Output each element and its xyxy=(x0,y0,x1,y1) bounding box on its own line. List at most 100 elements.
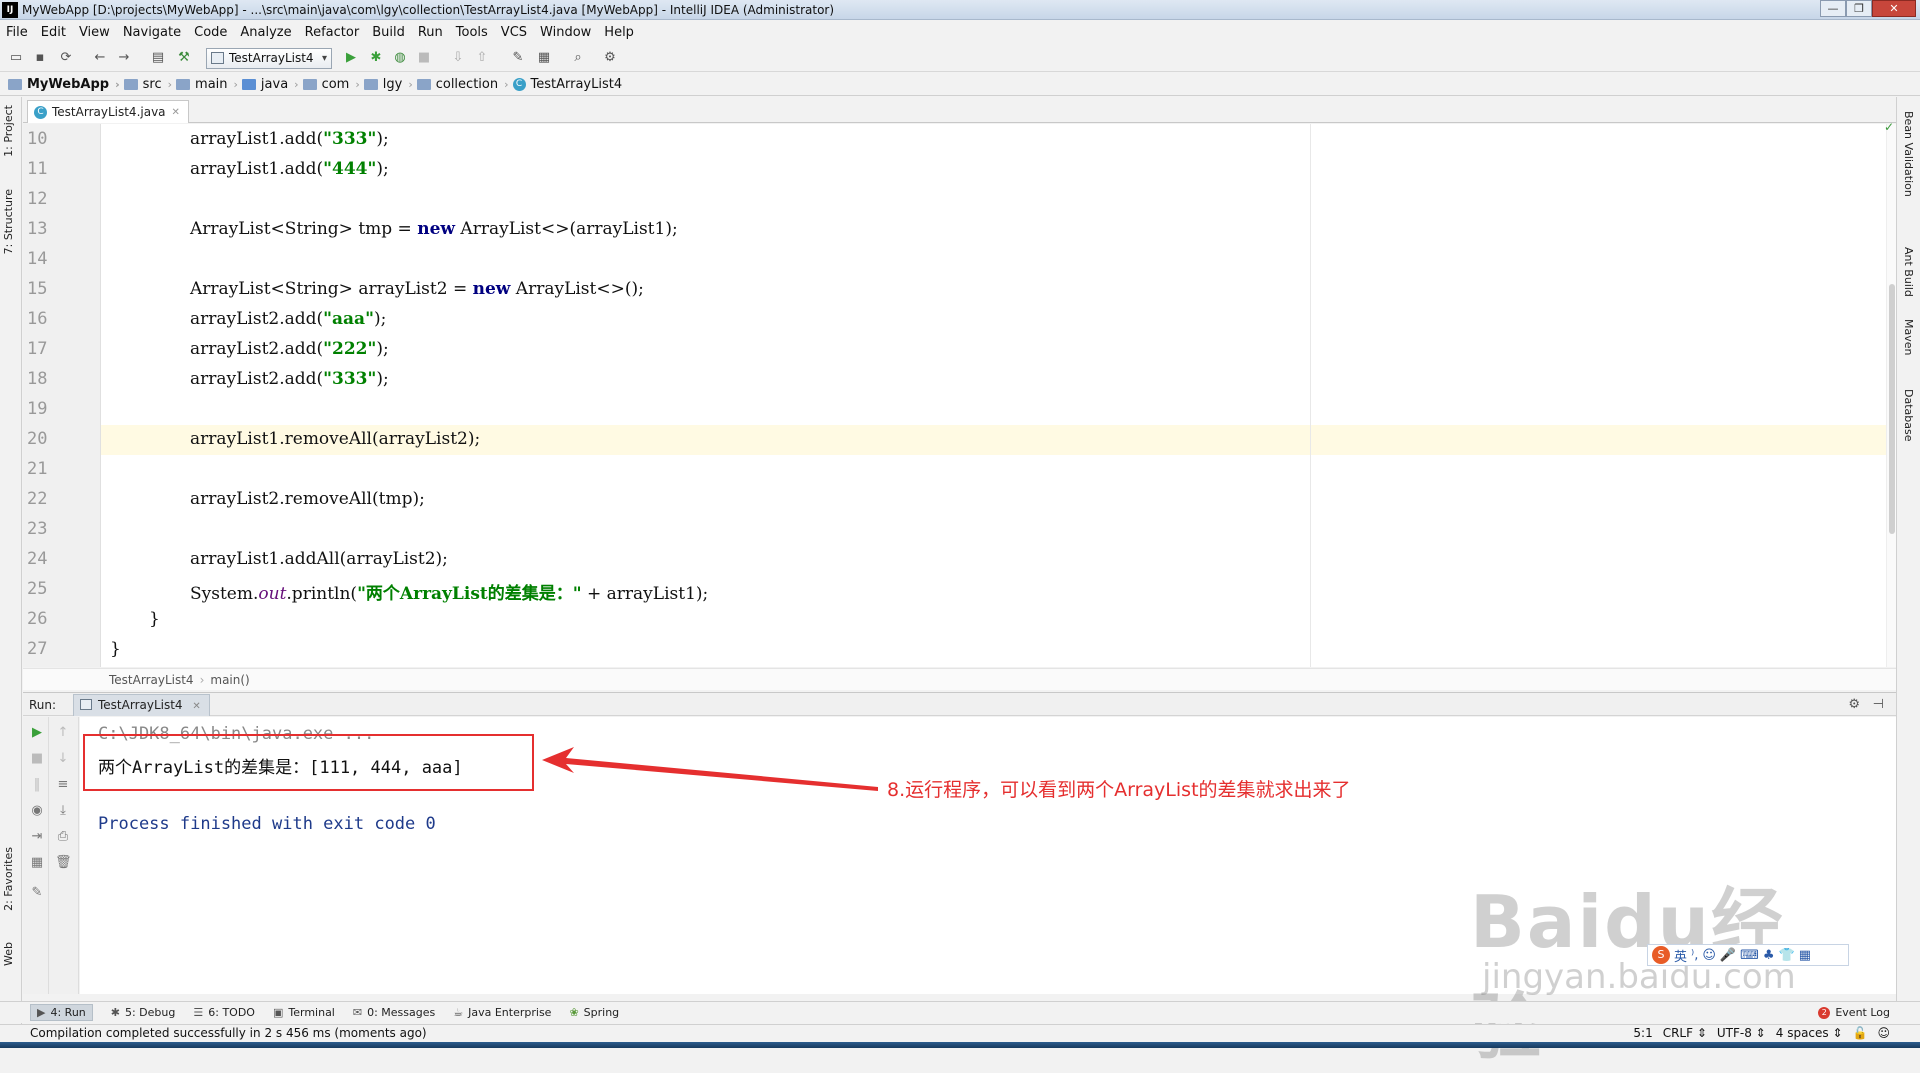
exit-icon[interactable]: ⇥ xyxy=(29,829,45,845)
caret-position[interactable]: 5:1 xyxy=(1633,1025,1652,1042)
run-tab-testarraylist4[interactable]: TestArrayList4 ✕ xyxy=(73,694,210,716)
vcs-update-icon[interactable]: ⇩ xyxy=(450,50,466,66)
tab-database[interactable]: Database xyxy=(1902,389,1915,442)
close-tab-icon[interactable]: ✕ xyxy=(192,701,200,712)
code-editor[interactable]: 10 11 12 13 14 15 16 17 18 19 20 21 22 2… xyxy=(23,120,1896,667)
forward-icon[interactable]: → xyxy=(116,50,132,66)
tool-window-bar: ▶ 4: Run ✱ 5: Debug ☰ 6: TODO ▣ Terminal ✉ 0:… xyxy=(0,1001,1920,1023)
indent-setting[interactable]: 4 spaces ⇕ xyxy=(1776,1025,1843,1042)
settings-wrench-icon[interactable]: ✎ xyxy=(510,50,526,66)
editor-scrollbar[interactable]: ✓ xyxy=(1884,120,1896,667)
print-icon[interactable]: ⎙ xyxy=(55,829,71,845)
search-icon[interactable]: ⌕ xyxy=(570,50,586,66)
tab-structure[interactable]: 7: Structure xyxy=(2,189,15,254)
file-encoding[interactable]: UTF-8 ⇕ xyxy=(1717,1025,1766,1042)
ime-toolbar[interactable]: S 英 ⁾, ☺ 🎤 ⌨ ♣ 👕 ▦ xyxy=(1647,944,1849,966)
up-arrow-icon[interactable]: ↑ xyxy=(55,725,71,741)
close-tab-icon[interactable]: ✕ xyxy=(172,107,180,118)
rerun-icon[interactable]: ▶ xyxy=(29,725,45,741)
breadcrumb-main[interactable]: main › xyxy=(176,77,238,92)
build-hammer-icon[interactable]: ⚒ xyxy=(176,50,192,66)
menu-code[interactable]: Code xyxy=(188,25,234,40)
project-structure-icon[interactable]: ▤ xyxy=(150,50,166,66)
menu-edit[interactable]: Edit xyxy=(35,25,73,40)
tool-todo[interactable]: ☰ 6: TODO xyxy=(193,1006,255,1019)
breadcrumb-src[interactable]: src › xyxy=(123,77,172,92)
breadcrumb-project[interactable]: MyWebApp › xyxy=(8,77,120,92)
minimize-button[interactable]: — xyxy=(1820,0,1846,17)
pause-icon[interactable]: ‖ xyxy=(29,777,45,793)
skin-icon[interactable]: ♣ xyxy=(1763,948,1775,963)
debug-icon[interactable]: ✱ xyxy=(368,50,384,66)
back-icon[interactable]: ← xyxy=(92,50,108,66)
open-folder-icon[interactable]: ▭ xyxy=(8,50,24,66)
run-configuration-select[interactable]: TestArrayList4 ▾ xyxy=(206,48,332,69)
soft-wrap-icon[interactable]: ≡ xyxy=(55,777,71,793)
breadcrumb-com[interactable]: com › xyxy=(302,77,360,92)
event-log-button[interactable]: 2 Event Log xyxy=(1818,1006,1890,1019)
breadcrumb-java[interactable]: java › xyxy=(241,77,299,92)
gear-icon[interactable]: ⚙ xyxy=(1848,697,1860,712)
tab-maven[interactable]: Maven xyxy=(1902,319,1915,355)
menu-view[interactable]: View xyxy=(73,25,117,40)
menu-analyze[interactable]: Analyze xyxy=(234,25,298,40)
run-coverage-icon[interactable]: ◍ xyxy=(392,50,408,66)
menu-run[interactable]: Run xyxy=(412,25,450,40)
save-all-icon[interactable]: ▪ xyxy=(32,50,48,66)
tab-favorites[interactable]: 2: Favorites xyxy=(2,847,15,911)
tool-debug[interactable]: ✱ 5: Debug xyxy=(111,1006,176,1019)
project-structure-settings-icon[interactable]: ▦ xyxy=(536,50,552,66)
tab-bean-validation[interactable]: Bean Validation xyxy=(1902,111,1915,197)
code-line-10: arrayList1.add("333"); xyxy=(190,129,389,149)
ime-language-label[interactable]: 英 xyxy=(1674,946,1687,965)
scroll-to-end-icon[interactable]: ⤓ xyxy=(55,803,71,819)
down-arrow-icon[interactable]: ↓ xyxy=(55,751,71,767)
trash-icon[interactable]: 🗑 xyxy=(55,855,72,871)
menu-window[interactable]: Window xyxy=(534,25,598,40)
scrollbar-thumb[interactable] xyxy=(1889,284,1895,534)
vcs-commit-icon[interactable]: ⇧ xyxy=(474,50,490,66)
shirt-icon[interactable]: 👕 xyxy=(1779,948,1795,963)
emoji-icon[interactable]: ☺ xyxy=(1702,948,1716,963)
tool-run[interactable]: ▶ 4: Run xyxy=(30,1004,93,1021)
tool-spring[interactable]: ❀ Spring xyxy=(569,1006,619,1019)
breadcrumb-lgy[interactable]: lgy › xyxy=(363,77,413,92)
hide-panel-icon[interactable]: ⊣ xyxy=(1873,697,1884,712)
close-button[interactable]: ✕ xyxy=(1872,0,1916,17)
menu-tools[interactable]: Tools xyxy=(450,25,495,40)
tool-messages[interactable]: ✉ 0: Messages xyxy=(353,1006,435,1019)
line-separator[interactable]: CRLF ⇕ xyxy=(1663,1025,1707,1042)
menu-vcs[interactable]: VCS xyxy=(495,25,534,40)
breadcrumb-class[interactable]: C TestArrayList4 xyxy=(512,77,622,92)
inspector-icon[interactable]: ☺ xyxy=(1877,1025,1890,1042)
grid-icon[interactable]: ▦ xyxy=(1799,948,1811,963)
microphone-icon[interactable]: 🎤 xyxy=(1720,948,1736,963)
menu-refactor[interactable]: Refactor xyxy=(299,25,367,40)
stop-icon[interactable]: ■ xyxy=(29,751,45,767)
menu-navigate[interactable]: Navigate xyxy=(117,25,188,40)
menu-help[interactable]: Help xyxy=(598,25,641,40)
stop-icon[interactable]: ■ xyxy=(416,50,432,66)
camera-icon[interactable]: ◉ xyxy=(29,803,45,819)
line-number: 18 xyxy=(27,369,48,389)
lock-icon[interactable]: 🔓 xyxy=(1853,1025,1868,1042)
sdk-manager-icon[interactable]: ⚙ xyxy=(602,50,618,66)
pin-icon[interactable]: ✎ xyxy=(29,885,45,901)
tab-ant-build[interactable]: Ant Build xyxy=(1902,247,1915,297)
keyboard-icon[interactable]: ⌨ xyxy=(1740,948,1759,963)
menu-build[interactable]: Build xyxy=(366,25,412,40)
sync-icon[interactable]: ⟳ xyxy=(58,50,74,66)
crumb-method[interactable]: main() xyxy=(210,673,249,687)
maximize-button[interactable]: ❐ xyxy=(1846,0,1872,17)
tab-web[interactable]: Web xyxy=(2,942,15,966)
punctuation-icon[interactable]: ⁾, xyxy=(1691,948,1698,963)
tab-project[interactable]: 1: Project xyxy=(2,105,15,157)
editor-tab-testarraylist4[interactable]: C TestArrayList4.java ✕ xyxy=(27,100,189,123)
crumb-class[interactable]: TestArrayList4 xyxy=(109,673,194,687)
tool-java-enterprise[interactable]: ☕ Java Enterprise xyxy=(453,1006,551,1019)
layout-icon[interactable]: ▦ xyxy=(29,855,45,871)
run-icon[interactable]: ▶ xyxy=(343,50,359,66)
breadcrumb-collection[interactable]: collection › xyxy=(416,77,509,92)
menu-file[interactable]: File xyxy=(0,25,35,40)
tool-terminal[interactable]: ▣ Terminal xyxy=(273,1006,335,1019)
